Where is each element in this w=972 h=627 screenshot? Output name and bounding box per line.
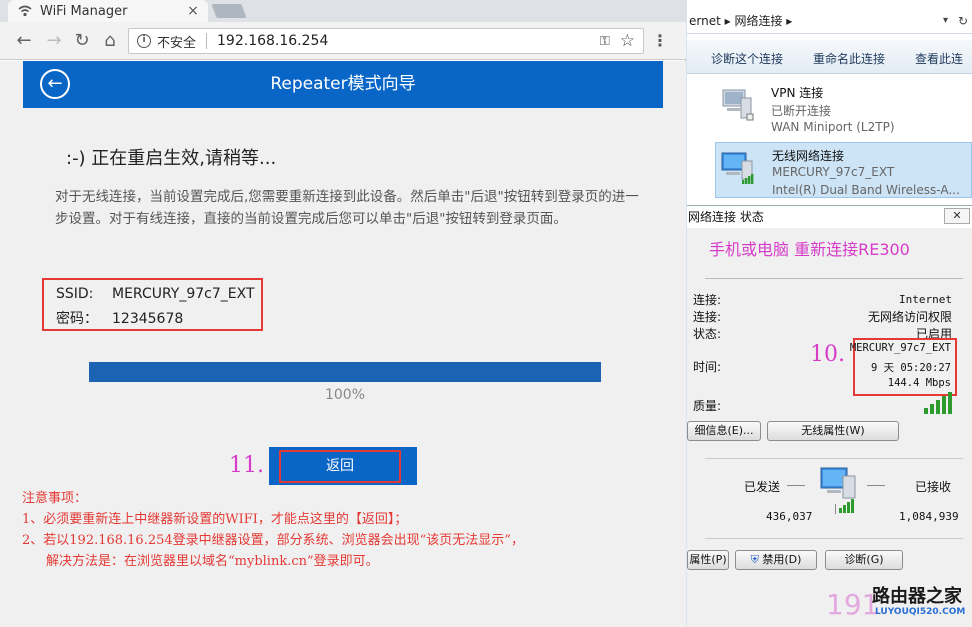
- signal-strength-icon: [924, 392, 952, 414]
- address-dropdown-icon[interactable]: ▾: [943, 8, 948, 34]
- ipv6-label: 连接:: [693, 310, 722, 324]
- progress-percent: 100%: [324, 387, 366, 403]
- browser-window: WiFi Manager × ← → ↻ ⌂ i 不安全 192.168.16.…: [0, 0, 686, 627]
- network-connections-window: ernet ▸ 网络连接 ▸ ▾ ↻ 诊断这个连接 重命名此连接 查看此连 VP…: [687, 0, 972, 205]
- password-label: 密码：: [56, 311, 98, 327]
- reboot-status: :-) 正在重启生效,请稍等...: [66, 148, 277, 169]
- ssid-speed-highlight: MERCURY_97c7_EXT 9 天 05:20:27 144.4 Mbps: [849, 338, 957, 396]
- wireless-status-dialog: 网络连接 状态 ✕ 手机或电脑 重新连接RE300 连接: Internet 连…: [687, 205, 972, 627]
- wireless-name: 无线网络连接: [772, 149, 845, 163]
- quality-label: 质量:: [693, 399, 722, 413]
- ssid-value: MERCURY_97c7_EXT: [112, 286, 255, 302]
- wifi-icon: [18, 5, 32, 17]
- wizard-header: ← Repeater模式向导: [23, 61, 663, 108]
- activity-line-left: [787, 485, 805, 486]
- step-11-label: 11.: [229, 453, 264, 478]
- forward-arrow-icon[interactable]: →: [44, 31, 64, 51]
- address-separator: [206, 33, 208, 49]
- progress-fill: [89, 362, 601, 382]
- ipv4-value: Internet: [899, 293, 952, 306]
- notes-line-3: 解决方法是：在浏览器里以域名“myblink.cn”登录即可。: [46, 554, 379, 569]
- cmd-rename[interactable]: 重命名此连接: [813, 50, 885, 67]
- disable-button[interactable]: ⛨ 禁用(D): [735, 550, 817, 570]
- wireless-properties-button[interactable]: 无线属性(W): [767, 421, 899, 441]
- diagnose-button[interactable]: 诊断(G): [825, 550, 903, 570]
- tab-title: WiFi Manager: [40, 3, 128, 19]
- connection-item-vpn[interactable]: VPN 连接 已断开连接 WAN Miniport (L2TP): [715, 80, 972, 136]
- password-row: 密码： 12345678: [56, 308, 183, 328]
- url-text[interactable]: 192.168.16.254: [217, 33, 600, 49]
- buttons-divider: [705, 538, 963, 539]
- activity-line-right: [867, 485, 885, 486]
- tab-strip: WiFi Manager ×: [0, 0, 686, 22]
- insecure-label: 不安全: [157, 35, 197, 51]
- disable-label: 禁用(D): [762, 553, 802, 566]
- media-label: 状态:: [693, 327, 722, 341]
- address-refresh-icon[interactable]: ↻: [958, 8, 968, 34]
- dialog-title: 网络连接 状态: [687, 206, 972, 228]
- ipv4-label: 连接:: [693, 293, 722, 307]
- vpn-name: VPN 连接: [771, 86, 824, 100]
- browser-toolbar: ← → ↻ ⌂ i 不安全 192.168.16.254 ⚿ ☆ ⋮: [0, 22, 686, 60]
- notes-title: 注意事项：: [22, 491, 88, 506]
- tab-close-icon[interactable]: ×: [184, 3, 202, 19]
- router-page: ← Repeater模式向导 :-) 正在重启生效,请稍等... 对于无线连接，…: [0, 61, 686, 627]
- speed-value: 144.4 Mbps: [887, 377, 951, 389]
- network-activity-icon: [820, 467, 856, 514]
- key-icon[interactable]: ⚿: [600, 34, 610, 49]
- new-tab-button[interactable]: [211, 4, 247, 18]
- explorer-command-bar: 诊断这个连接 重命名此连接 查看此连: [687, 40, 972, 74]
- properties-button[interactable]: 属性(P): [687, 550, 729, 570]
- vpn-computer-icon: [722, 89, 754, 121]
- reconnect-caption: 手机或电脑 重新连接RE300: [709, 240, 910, 259]
- dialog-close-icon[interactable]: ✕: [944, 208, 970, 224]
- back-arrow-icon[interactable]: ←: [14, 31, 34, 51]
- notes-line-2: 2、若以192.168.16.254登录中继器设置，部分系统、浏览器会出现“该页…: [22, 533, 524, 548]
- cmd-diagnose[interactable]: 诊断这个连接: [711, 50, 783, 67]
- progress-bar: [89, 362, 601, 382]
- info-icon[interactable]: i: [137, 34, 151, 48]
- duration-label: 时间:: [693, 360, 722, 374]
- reload-icon[interactable]: ↻: [72, 31, 92, 51]
- duration-value: 9 天 05:20:27: [870, 362, 951, 374]
- activity-received-label: 已接收: [915, 480, 952, 494]
- watermark-logo: 路由器之家: [872, 586, 962, 607]
- wireless-device: Intel(R) Dual Band Wireless-A...: [772, 183, 960, 197]
- vpn-device: WAN Miniport (L2TP): [771, 120, 895, 134]
- ipv6-value: 无网络访问权限: [867, 310, 952, 324]
- vpn-status: 已断开连接: [771, 104, 832, 118]
- received-bytes: 1,084,939: [899, 510, 959, 523]
- address-bar[interactable]: i 不安全 192.168.16.254 ⚿ ☆: [128, 28, 644, 54]
- password-value: 12345678: [112, 311, 184, 327]
- ssid-row: SSID: MERCURY_97c7_EXT: [56, 286, 255, 302]
- sent-bytes: 436,037: [766, 510, 813, 523]
- divider-line: [705, 278, 963, 279]
- activity-sent-label: 已发送: [744, 480, 781, 494]
- connection-item-wireless[interactable]: 无线网络连接 MERCURY_97c7_EXT Intel(R) Dual Ba…: [715, 142, 972, 198]
- star-icon[interactable]: ☆: [620, 31, 635, 51]
- menu-dots-icon[interactable]: ⋮: [652, 32, 668, 50]
- home-icon[interactable]: ⌂: [100, 31, 120, 51]
- dialog-ssid-value: MERCURY_97c7_EXT: [849, 342, 951, 354]
- notes-block: 注意事项： 1、必须要重新连上中继器新设置的WIFI，才能点这里的【返回】； 2…: [22, 488, 682, 572]
- credentials-box: SSID: MERCURY_97c7_EXT 密码： 12345678: [42, 278, 263, 331]
- instruction-paragraph: 对于无线连接，当前设置完成后,您需要重新连接到此设备。然后单击"后退"按钮转到登…: [55, 189, 639, 227]
- activity-divider: [705, 458, 963, 459]
- watermark-url: LUYOUQI520.COM: [875, 607, 966, 617]
- step-10-label: 10.: [810, 342, 845, 367]
- explorer-address-bar[interactable]: ernet ▸ 网络连接 ▸ ▾ ↻: [687, 8, 972, 34]
- tab-wifi-manager[interactable]: WiFi Manager ×: [8, 0, 208, 22]
- details-button[interactable]: 细信息(E)...: [687, 421, 761, 441]
- wizard-title: Repeater模式向导: [270, 74, 416, 94]
- cmd-view-status[interactable]: 查看此连: [915, 50, 963, 67]
- explorer-breadcrumb[interactable]: ernet ▸ 网络连接 ▸: [689, 14, 792, 28]
- wireless-computer-icon: [721, 152, 754, 184]
- notes-line-1: 1、必须要重新连上中继器新设置的WIFI，才能点这里的【返回】；: [22, 512, 408, 527]
- wireless-ssid: MERCURY_97c7_EXT: [772, 165, 895, 179]
- return-button[interactable]: 返回: [281, 452, 399, 481]
- ssid-label: SSID:: [56, 286, 94, 302]
- shield-icon: ⛨: [750, 553, 759, 566]
